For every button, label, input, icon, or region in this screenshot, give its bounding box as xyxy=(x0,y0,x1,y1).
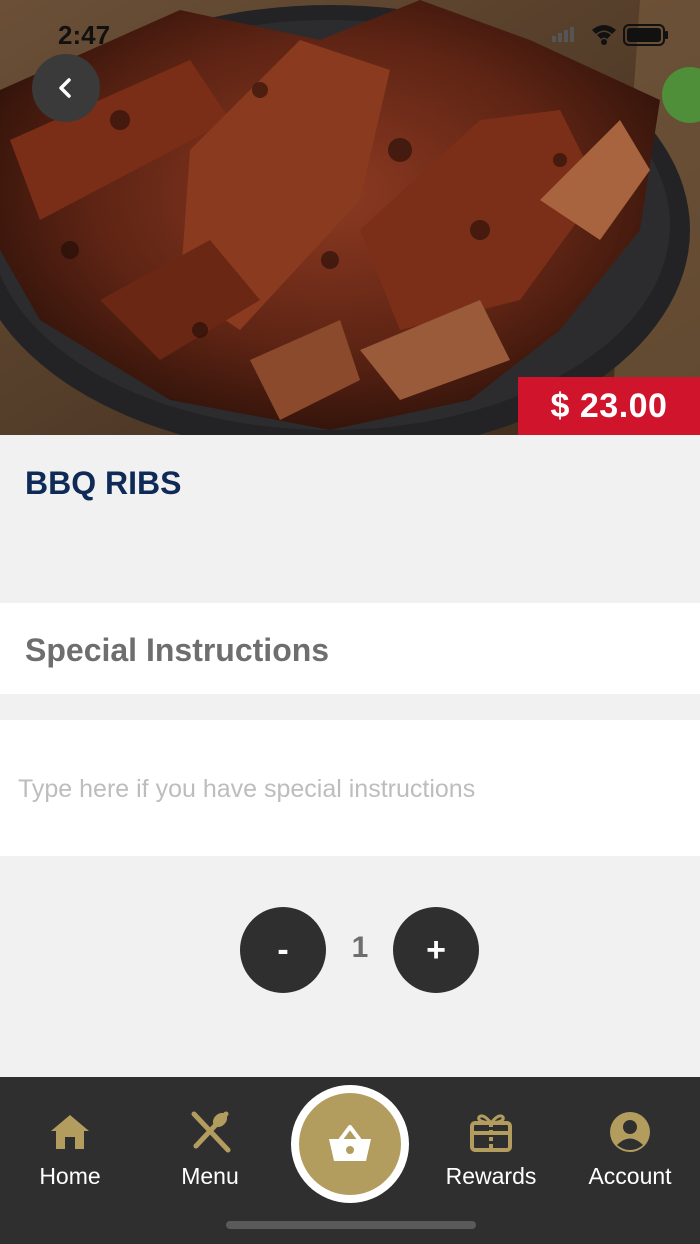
status-time: 2:47 xyxy=(58,20,111,50)
product-image: 2:47 $ 23.00 xyxy=(0,0,700,435)
utensils-icon xyxy=(191,1111,231,1153)
status-icons xyxy=(552,22,672,53)
special-instructions-box xyxy=(0,720,700,856)
special-instructions-title: Special Instructions xyxy=(25,632,330,668)
tab-rewards-label: Rewards xyxy=(445,1163,537,1189)
tab-menu-label: Menu xyxy=(181,1163,239,1189)
gift-icon xyxy=(470,1114,512,1152)
special-instructions-header: Special Instructions xyxy=(0,603,700,694)
tab-account[interactable]: Account xyxy=(570,1107,690,1190)
product-info: BBQ RIBS xyxy=(0,435,700,602)
increase-quantity-button[interactable]: + xyxy=(393,907,479,993)
home-indicator xyxy=(226,1221,476,1229)
tab-home[interactable]: Home xyxy=(10,1107,130,1190)
back-button[interactable] xyxy=(32,54,100,122)
tab-menu[interactable]: Menu xyxy=(150,1107,270,1190)
home-icon xyxy=(51,1115,89,1149)
product-title: BBQ RIBS xyxy=(25,465,182,501)
battery-wifi-icon xyxy=(552,24,668,46)
decrease-quantity-button[interactable]: - xyxy=(240,907,326,993)
special-instructions-input[interactable] xyxy=(16,768,680,810)
tab-home-label: Home xyxy=(39,1163,101,1189)
account-icon xyxy=(610,1112,650,1152)
price-badge: $ 23.00 xyxy=(518,377,700,435)
tab-rewards[interactable]: Rewards xyxy=(431,1107,551,1190)
tab-account-label: Account xyxy=(588,1163,672,1189)
quantity-value: 1 xyxy=(351,931,369,964)
cart-button[interactable] xyxy=(291,1085,409,1203)
status-bar: 2:47 xyxy=(0,0,700,70)
chevron-left-icon xyxy=(59,78,71,98)
basket-icon xyxy=(329,1125,371,1161)
quantity-stepper: - 1 + xyxy=(0,907,700,993)
